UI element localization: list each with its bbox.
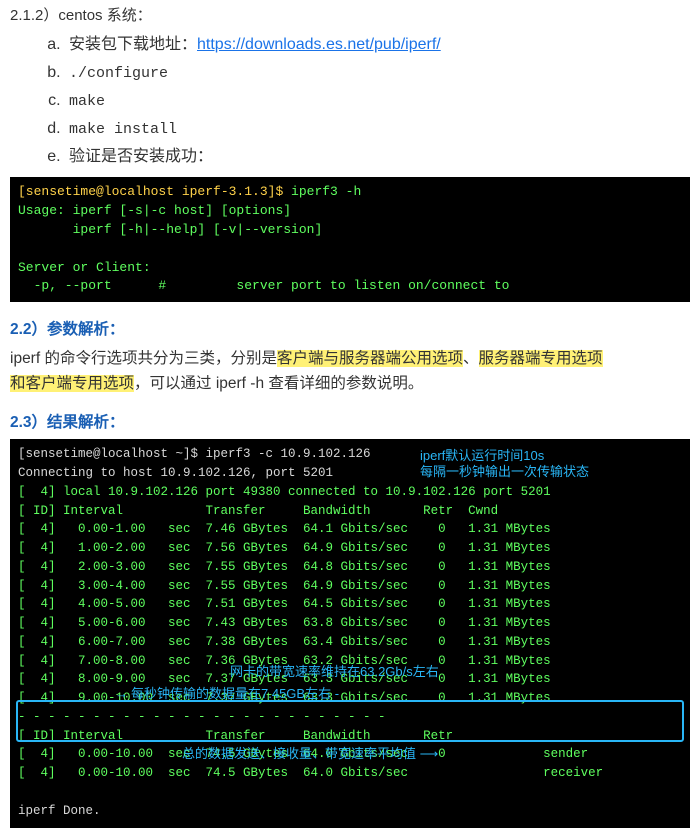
terminal-help-output: [sensetime@localhost iperf-3.1.3]$ iperf… <box>10 177 690 302</box>
term2-cmd: iperf3 -c 10.9.102.126 <box>206 447 371 461</box>
step-b: ./configure <box>65 60 690 86</box>
term2-connect: Connecting to host 10.9.102.126, port 52… <box>18 466 333 480</box>
table-row: [ 4] 1.00-2.00 sec 7.56 GBytes 64.9 Gbit… <box>18 541 551 555</box>
table-row: [ 4] 5.00-6.00 sec 7.43 GBytes 63.8 Gbit… <box>18 616 551 630</box>
hl-server: 服务器端专用选项 <box>479 350 603 367</box>
hl-common: 客户端与服务器端公用选项 <box>277 350 463 367</box>
hl-server2: 和 <box>10 375 26 392</box>
download-link[interactable]: https://downloads.es.net/pub/iperf/ <box>197 36 441 53</box>
section-2-1-2-title: 2.1.2）centos 系统： <box>10 4 690 28</box>
term2-local: [ 4] local 10.9.102.126 port 49380 conne… <box>18 485 551 499</box>
terminal-result-wrap: [sensetime@localhost ~]$ iperf3 -c 10.9.… <box>10 439 690 828</box>
table-row: [ 4] 9.00-10.00 sec 7.37 GBytes 63.3 Gbi… <box>18 691 551 705</box>
step-e-label: 验证是否安装成功： <box>69 148 213 165</box>
term1-usage2: iperf [-h|--help] [-v|--version] <box>18 222 322 237</box>
term2-dash: - - - - - - - - - - - - - - - - - - - - … <box>18 710 386 724</box>
term2-sum2: [ 4] 0.00-10.00 sec 74.5 GBytes 64.0 Gbi… <box>18 766 603 780</box>
term2-prompt: [sensetime@localhost ~]$ <box>18 447 206 461</box>
term2-hdr2: [ ID] Interval Transfer Bandwidth Retr <box>18 729 453 743</box>
section-2-2-title: 2.2）参数解析： <box>10 318 690 343</box>
term2-done: iperf Done. <box>18 804 101 818</box>
table-row: [ 4] 2.00-3.00 sec 7.55 GBytes 64.8 Gbit… <box>18 560 551 574</box>
table-row: [ 4] 6.00-7.00 sec 7.38 GBytes 63.4 Gbit… <box>18 635 551 649</box>
install-steps-list: 安装包下载地址：https://downloads.es.net/pub/ipe… <box>10 32 690 169</box>
step-a: 安装包下载地址：https://downloads.es.net/pub/ipe… <box>65 32 690 58</box>
hl-client: 客户端专用选项 <box>26 375 135 392</box>
term2-hdr: [ ID] Interval Transfer Bandwidth Retr C… <box>18 504 498 518</box>
term2-sum1: [ 4] 0.00-10.00 sec 74.5 GBytes 64.0 Gbi… <box>18 747 588 761</box>
step-c-cmd: make <box>69 93 105 110</box>
term1-prompt: [sensetime@localhost iperf-3.1.3]$ <box>18 184 291 199</box>
table-row: [ 4] 4.00-5.00 sec 7.51 GBytes 64.5 Gbit… <box>18 597 551 611</box>
step-d: make install <box>65 116 690 142</box>
step-c: make <box>65 88 690 114</box>
term1-cmd: iperf3 -h <box>291 184 361 199</box>
step-a-label: 安装包下载地址： <box>69 36 197 53</box>
term1-section: Server or Client: <box>18 260 151 275</box>
terminal-result-output: [sensetime@localhost ~]$ iperf3 -c 10.9.… <box>10 439 690 828</box>
table-row: [ 4] 3.00-4.00 sec 7.55 GBytes 64.9 Gbit… <box>18 579 551 593</box>
step-d-cmd: make install <box>69 121 177 138</box>
table-row: [ 4] 7.00-8.00 sec 7.36 GBytes 63.2 Gbit… <box>18 654 551 668</box>
table-row: [ 4] 0.00-1.00 sec 7.46 GBytes 64.1 Gbit… <box>18 522 551 536</box>
section-2-2-para: iperf 的命令行选项共分为三类，分别是客户端与服务器端公用选项、服务器端专用… <box>10 347 690 397</box>
term1-opt-port: -p, --port # server port to listen on/co… <box>18 278 509 293</box>
section-2-3-title: 2.3）结果解析： <box>10 411 690 436</box>
term1-usage1: Usage: iperf [-s|-c host] [options] <box>18 203 291 218</box>
step-e: 验证是否安装成功： <box>65 144 690 170</box>
table-row: [ 4] 8.00-9.00 sec 7.37 GBytes 63.3 Gbit… <box>18 672 551 686</box>
step-b-cmd: ./configure <box>69 65 168 82</box>
